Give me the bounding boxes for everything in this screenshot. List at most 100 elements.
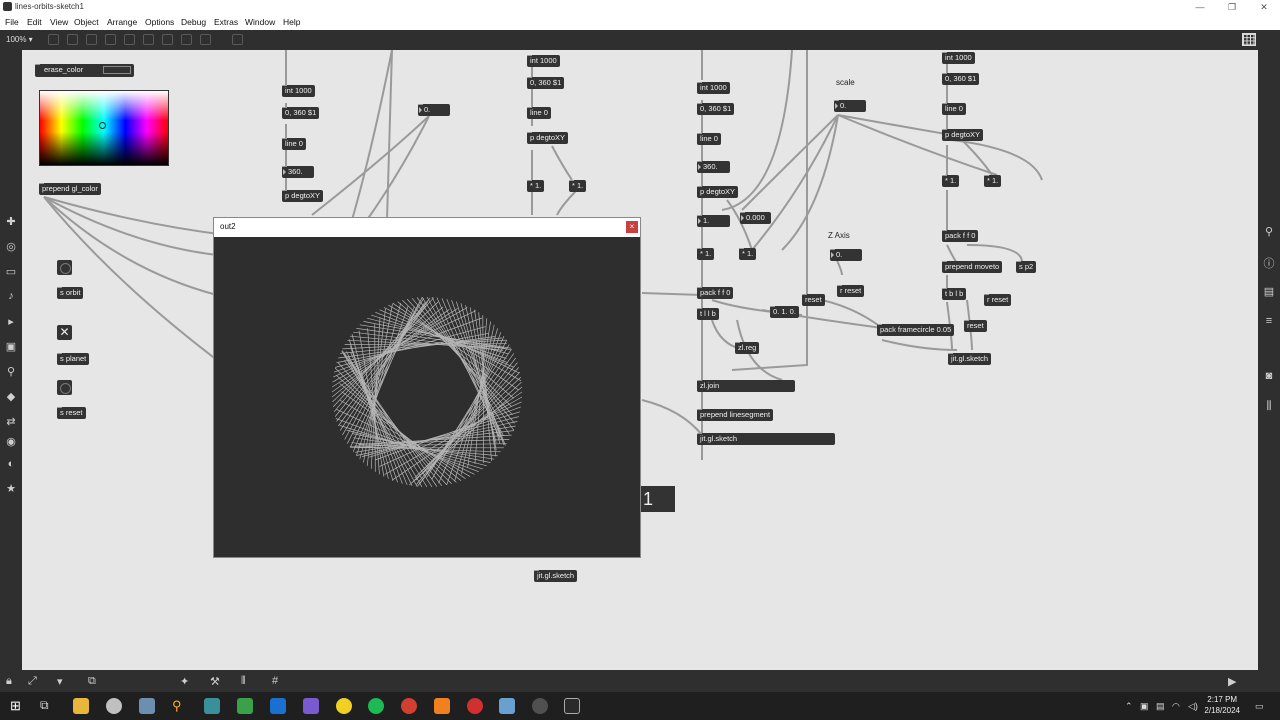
jit-gl-sketch-object[interactable]: jit.gl.sketch <box>948 353 992 365</box>
multiply-object[interactable]: * 1. <box>942 175 960 187</box>
app-icon[interactable] <box>467 698 483 714</box>
range-message[interactable]: 0, 360 $1 <box>697 103 735 115</box>
reset-message[interactable]: reset <box>802 294 825 306</box>
wifi-icon[interactable]: ◠ <box>1172 701 1180 712</box>
lock-icon[interactable]: 🔒︎ <box>6 675 12 688</box>
output-window-close-button[interactable]: × <box>626 221 638 233</box>
app-icon[interactable] <box>139 698 155 714</box>
line-object[interactable]: line 0 <box>697 133 721 145</box>
music-icon[interactable]: ♪ <box>0 290 22 302</box>
menu-window[interactable]: Window <box>245 17 275 27</box>
prepend-gl-color-object[interactable]: prepend gl_color <box>39 183 101 195</box>
range-message[interactable]: 0, 360 $1 <box>942 73 980 85</box>
mail-icon[interactable] <box>270 698 286 714</box>
receive-reset-object[interactable]: r reset <box>984 294 1012 306</box>
lock-toolbar-icon[interactable] <box>48 34 59 45</box>
color-picker-cursor[interactable] <box>99 122 106 129</box>
image-icon[interactable]: ▣ <box>0 340 22 353</box>
jit-window-out2[interactable]: out2 × <box>213 217 641 558</box>
menu-help[interactable]: Help <box>283 17 300 27</box>
multiply-object[interactable]: * 1. <box>569 180 587 192</box>
int-1000-object[interactable]: int 1000 <box>697 82 730 94</box>
multiply-object[interactable]: * 1. <box>527 180 545 192</box>
menu-edit[interactable]: Edit <box>27 17 42 27</box>
link-icon[interactable]: ⇄ <box>0 415 22 428</box>
add-toolbar-icon[interactable] <box>200 34 211 45</box>
comment-toolbar-icon[interactable] <box>86 34 97 45</box>
line-object[interactable]: line 0 <box>282 138 306 150</box>
jit-gl-sketch-object[interactable]: jit.gl.sketch <box>534 570 578 582</box>
play-icon[interactable]: ▶ <box>1228 675 1236 688</box>
piano-icon[interactable]: ⫴ <box>241 675 246 688</box>
spotify-icon[interactable] <box>368 698 384 714</box>
reset-message[interactable]: reset <box>964 320 987 332</box>
float-number-box[interactable]: 0. <box>418 104 450 116</box>
cut-toolbar-icon[interactable] <box>105 34 116 45</box>
menu-debug[interactable]: Debug <box>181 17 206 27</box>
int-1000-object[interactable]: int 1000 <box>527 55 560 67</box>
degtoxy-object[interactable]: p degtoXY <box>697 186 739 198</box>
paste-toolbar-icon[interactable] <box>143 34 154 45</box>
reset-button[interactable] <box>57 380 72 395</box>
snapshot-icon[interactable]: ◙ <box>1258 370 1280 382</box>
planet-toggle[interactable]: ✕ <box>57 325 72 340</box>
pointer-icon[interactable]: ✦ <box>180 675 189 688</box>
windows-icon[interactable]: ⧉ <box>88 675 96 688</box>
windows-start-icon[interactable]: ⊞ <box>10 698 26 714</box>
restore-button[interactable]: ❐ <box>1216 0 1248 14</box>
tray-icon[interactable]: ▣ <box>1140 701 1149 712</box>
app-icon[interactable] <box>532 698 548 714</box>
inspector-icon[interactable]: ▤ <box>1258 285 1280 298</box>
menu-object[interactable]: Object <box>74 17 99 27</box>
menu-options[interactable]: Options <box>145 17 174 27</box>
scale-number-box[interactable]: 0. <box>834 100 866 112</box>
app-icon[interactable] <box>303 698 319 714</box>
pack-object[interactable]: pack f f 0 <box>697 287 734 299</box>
zoom-selector[interactable]: 100% ▾ <box>6 35 33 44</box>
tray-icon[interactable]: ▤ <box>1156 701 1165 712</box>
presentation-icon[interactable]: ⤢ <box>28 675 37 688</box>
media-icon[interactable]: ▸ <box>0 315 22 328</box>
pack-object[interactable]: pack f f 0 <box>942 230 979 242</box>
int-1000-object[interactable]: int 1000 <box>282 85 315 97</box>
line-object[interactable]: line 0 <box>527 107 551 119</box>
trigger-object[interactable]: t b l b <box>942 288 967 300</box>
receive-reset-object[interactable]: r reset <box>837 285 865 297</box>
fish-icon[interactable]: ◆ <box>0 390 22 403</box>
pack-framecircle-object[interactable]: pack framecircle 0.05 <box>877 324 955 336</box>
app-icon[interactable] <box>106 698 122 714</box>
search-icon[interactable]: ⚲ <box>1258 225 1280 238</box>
volume-icon[interactable]: ◁) <box>1188 701 1198 712</box>
app-icon[interactable] <box>204 698 220 714</box>
s-reset-object[interactable]: s reset <box>57 407 86 419</box>
taskbar-clock[interactable]: 2:17 PM 2/18/2024 <box>1204 694 1240 716</box>
s-planet-object[interactable]: s planet <box>57 353 90 365</box>
degtoxy-object[interactable]: p degtoXY <box>942 129 984 141</box>
degtoxy-object[interactable]: p degtoXY <box>527 132 569 144</box>
window-icon[interactable]: ▭ <box>0 265 22 278</box>
vlc-icon[interactable] <box>434 698 450 714</box>
multiply-object[interactable]: * 1. <box>697 248 715 260</box>
attach-icon[interactable]: ⚲ <box>0 365 22 378</box>
present-toolbar-icon[interactable] <box>67 34 78 45</box>
jit-gl-sketch-object[interactable]: jit.gl.sketch <box>697 433 835 445</box>
grid-view-icon[interactable] <box>1242 33 1256 46</box>
large-number-box[interactable]: 1 <box>640 486 675 512</box>
trigger-object[interactable]: t l l b <box>697 308 719 320</box>
search-icon[interactable]: ⚲ <box>172 698 188 714</box>
help-toolbar-icon[interactable] <box>181 34 192 45</box>
menu-view[interactable]: View <box>50 17 68 27</box>
orbit-button[interactable] <box>57 260 72 275</box>
line-object[interactable]: line 0 <box>942 103 966 115</box>
range-message[interactable]: 0, 360 $1 <box>527 77 565 89</box>
grid-toolbar-icon[interactable] <box>162 34 173 45</box>
minimize-button[interactable]: — <box>1184 0 1216 14</box>
float-number-box[interactable]: 0.000 <box>740 212 771 224</box>
chrome-icon[interactable] <box>401 698 417 714</box>
menu-file[interactable]: File <box>5 17 19 27</box>
s-orbit-object[interactable]: s orbit <box>57 287 84 299</box>
object-browser-icon[interactable]: ◎ <box>0 240 22 253</box>
app-icon[interactable] <box>336 698 352 714</box>
task-view-icon[interactable]: ⧉ <box>40 698 56 714</box>
zl-join-object[interactable]: zl.join <box>697 380 795 392</box>
